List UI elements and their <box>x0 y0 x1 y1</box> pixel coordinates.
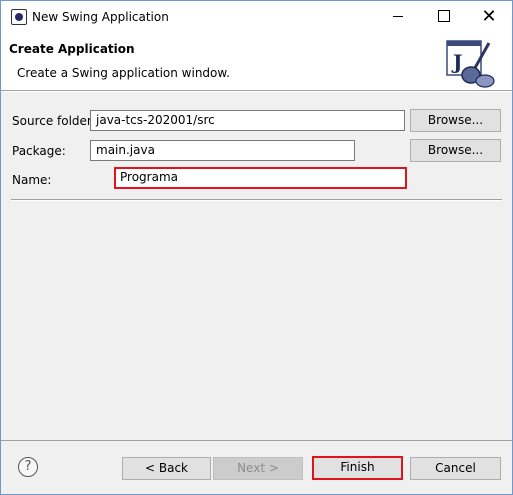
java-swing-wizard-icon: J <box>446 40 495 88</box>
svg-text:J: J <box>451 50 462 74</box>
close-button[interactable]: ✕ <box>466 1 512 32</box>
title-bar[interactable]: New Swing Application ✕ <box>1 1 512 32</box>
package-field[interactable]: main.java <box>90 140 355 161</box>
back-button[interactable]: < Back <box>122 457 211 480</box>
name-label: Name: <box>12 173 52 187</box>
close-icon: ✕ <box>481 6 497 27</box>
name-field[interactable]: Programa <box>114 167 407 189</box>
new-swing-application-dialog: New Swing Application ✕ Create Applicati… <box>0 0 513 495</box>
help-icon[interactable]: ? <box>18 457 38 477</box>
minimize-button[interactable] <box>375 1 421 32</box>
page-title: Create Application <box>9 42 135 56</box>
page-description: Create a Swing application window. <box>17 66 230 80</box>
finish-button[interactable]: Finish <box>312 456 403 480</box>
source-folder-label: Source folder: <box>12 114 96 128</box>
window-title: New Swing Application <box>32 10 169 24</box>
next-button[interactable]: Next > <box>213 457 303 480</box>
cancel-button[interactable]: Cancel <box>410 457 501 480</box>
source-folder-browse-button[interactable]: Browse... <box>410 109 501 132</box>
source-folder-field[interactable]: java-tcs-202001/src <box>90 110 405 131</box>
wizard-header: Create Application Create a Swing applic… <box>1 32 512 91</box>
maximize-button[interactable] <box>421 1 467 32</box>
eclipse-app-icon <box>11 9 27 25</box>
package-label: Package: <box>12 144 66 158</box>
maximize-icon <box>438 10 450 22</box>
package-browse-button[interactable]: Browse... <box>410 139 501 162</box>
minimize-icon <box>393 15 403 17</box>
